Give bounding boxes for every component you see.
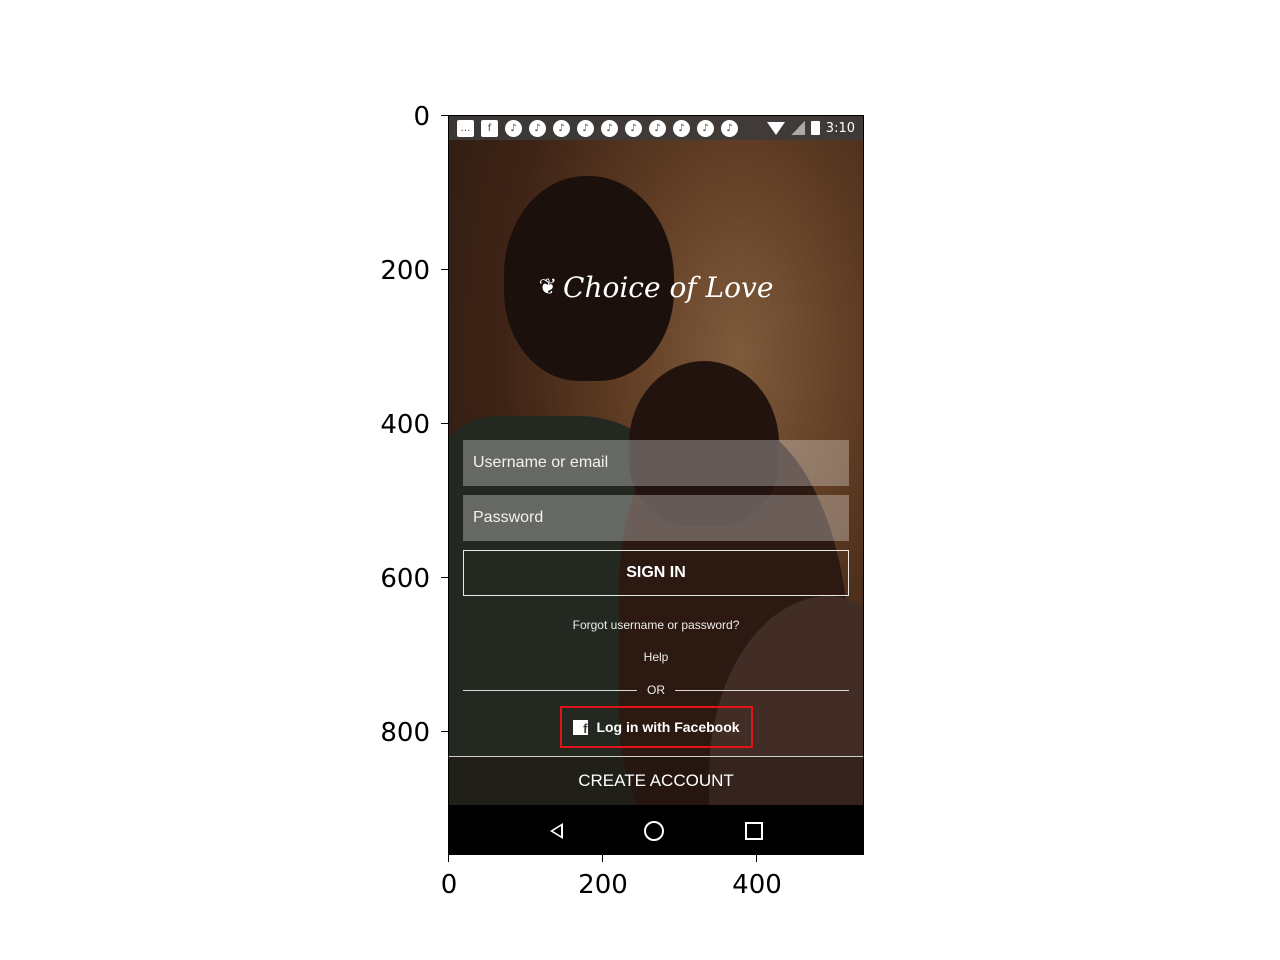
recent-apps-icon[interactable] <box>744 821 763 840</box>
sign-in-button[interactable]: SIGN IN <box>463 550 849 596</box>
y-tick-label: 400 <box>380 410 430 440</box>
x-tick-label: 400 <box>732 870 782 900</box>
status-bar-right: 3:10 <box>766 120 855 136</box>
divider-line-right <box>675 689 849 691</box>
username-field[interactable]: Username or email <box>463 440 849 486</box>
y-tick <box>441 423 448 424</box>
app-notification-icon: ♪ <box>697 119 714 137</box>
app-notification-icon: ♪ <box>505 119 522 137</box>
app-notification-icon: ♪ <box>529 119 546 137</box>
forgot-password-link[interactable]: Forgot username or password? <box>449 618 863 632</box>
app-brand: ❦ Choice of Love <box>449 271 863 304</box>
y-tick-label: 600 <box>380 564 430 594</box>
y-tick <box>441 577 448 578</box>
android-nav-bar <box>449 805 863 854</box>
help-link[interactable]: Help <box>449 650 863 664</box>
facebook-login-label: Log in with Facebook <box>596 719 740 735</box>
divider-line-left <box>463 689 637 691</box>
back-icon[interactable] <box>549 822 563 839</box>
x-tick-label: 0 <box>440 870 458 900</box>
message-icon: … <box>457 119 474 137</box>
facebook-login-button[interactable]: f Log in with Facebook <box>560 706 753 748</box>
or-divider: OR <box>463 682 849 698</box>
password-field[interactable]: Password <box>463 495 849 541</box>
app-name: Choice of Love <box>563 271 774 304</box>
facebook-icon: f <box>573 719 589 735</box>
signal-icon <box>790 121 805 135</box>
screenshot-frame: … f ♪ ♪ ♪ ♪ ♪ ♪ ♪ ♪ ♪ ♪ 3:10 ❦ Choice of… <box>448 115 864 855</box>
or-label: OR <box>647 683 665 697</box>
battery-icon <box>810 121 820 135</box>
phone-screen: … f ♪ ♪ ♪ ♪ ♪ ♪ ♪ ♪ ♪ ♪ 3:10 ❦ Choice of… <box>449 116 863 854</box>
wifi-icon <box>766 121 785 135</box>
x-tick <box>448 855 449 862</box>
username-placeholder: Username or email <box>473 454 609 471</box>
y-tick-label: 200 <box>380 256 430 286</box>
home-icon[interactable] <box>643 820 664 841</box>
create-account-label: CREATE ACCOUNT <box>578 771 734 790</box>
app-notification-icon: ♪ <box>649 119 666 137</box>
create-account-button[interactable]: CREATE ACCOUNT <box>449 757 863 805</box>
password-placeholder: Password <box>473 509 544 526</box>
x-tick <box>602 855 603 862</box>
x-tick <box>756 855 757 862</box>
app-notification-icon: ♪ <box>601 119 618 137</box>
sign-in-label: SIGN IN <box>626 564 686 581</box>
y-tick-label: 800 <box>380 718 430 748</box>
y-tick <box>441 731 448 732</box>
status-time: 3:10 <box>825 120 855 136</box>
app-notification-icon: ♪ <box>673 119 690 137</box>
status-bar: … f ♪ ♪ ♪ ♪ ♪ ♪ ♪ ♪ ♪ ♪ 3:10 <box>449 116 863 140</box>
couple-logo-icon: ❦ <box>538 275 558 300</box>
app-notification-icon: ♪ <box>553 119 570 137</box>
x-tick-label: 200 <box>578 870 628 900</box>
y-tick <box>441 269 448 270</box>
app-notification-icon: ♪ <box>625 119 642 137</box>
app-notification-icon: ♪ <box>721 119 738 137</box>
app-notification-icon: ♪ <box>577 119 594 137</box>
facebook-icon: f <box>481 119 498 137</box>
y-tick-label: 0 <box>413 102 430 132</box>
y-tick <box>441 115 448 116</box>
